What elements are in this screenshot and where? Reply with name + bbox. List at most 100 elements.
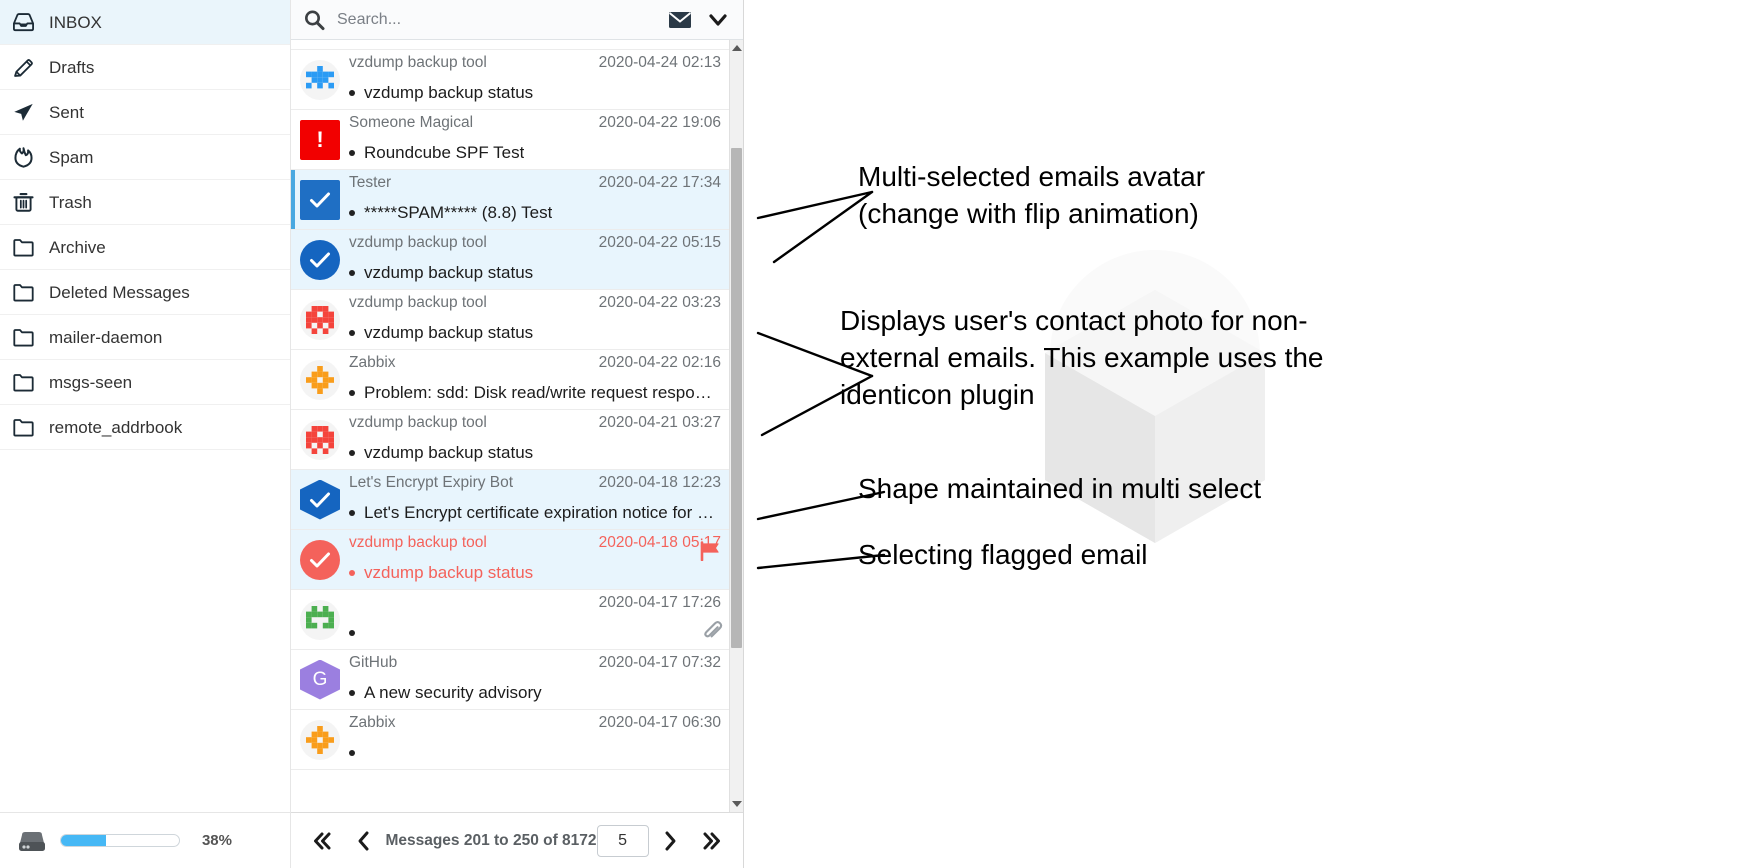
- next-page-button[interactable]: [649, 821, 691, 861]
- message-rows: vzdump backup tool vzdump backup tool202…: [291, 40, 729, 770]
- avatar-selected-check[interactable]: [300, 539, 340, 580]
- envelope-icon[interactable]: [667, 7, 693, 33]
- sidebar-item-mailer-daemon[interactable]: mailer-daemon: [0, 315, 290, 360]
- message-list-scrollbar[interactable]: [729, 40, 743, 812]
- message-date: 2020-04-18 12:23: [598, 473, 721, 491]
- message-row[interactable]: G GitHub 2020-04-17 07:32 A new security ad…: [291, 650, 729, 710]
- quota-indicator: 38%: [0, 812, 290, 868]
- avatar-selected-check[interactable]: [300, 239, 340, 280]
- sidebar-item-deleted-messages[interactable]: Deleted Messages: [0, 270, 290, 315]
- avatar-identicon[interactable]: [300, 359, 340, 400]
- sidebar-item-label: remote_addrbook: [49, 417, 183, 437]
- sidebar-item-label: Drafts: [49, 57, 95, 77]
- sidebar-item-label: msgs-seen: [49, 372, 133, 392]
- avatar-identicon[interactable]: [300, 719, 340, 760]
- avatar-cell: [291, 590, 349, 649]
- folder-list: INBOX Drafts Sent Spam Trash Archive Deleted…: [0, 0, 290, 812]
- message-sender: Let's Encrypt Expiry Bot: [349, 473, 514, 491]
- fire-icon: [11, 145, 35, 169]
- message-sender: Zabbix: [349, 353, 396, 371]
- anno-multiselect: Multi-selected emails avatar (change wit…: [858, 161, 1206, 230]
- message-row[interactable]: Zabbix 2020-04-17 06:30: [291, 710, 729, 770]
- message-sender: vzdump backup tool: [349, 293, 487, 311]
- avatar-selected-check[interactable]: [300, 179, 340, 220]
- pagination-toolbar: Messages 201 to 250 of 8172: [291, 812, 743, 868]
- scroll-up-button[interactable]: [730, 40, 743, 56]
- scroll-down-button[interactable]: [730, 796, 743, 812]
- disk-icon: [18, 830, 46, 852]
- sidebar-item-spam[interactable]: Spam: [0, 135, 290, 180]
- message-sender: vzdump backup tool: [349, 413, 487, 431]
- chevron-down-icon[interactable]: [705, 7, 731, 33]
- avatar-selected-check[interactable]: [300, 479, 340, 520]
- sidebar-item-label: Archive: [49, 237, 106, 257]
- message-text: Someone Magical 2020-04-22 19:06 Roundcube…: [349, 110, 723, 169]
- message-row[interactable]: Zabbix 2020-04-22 02:16 Problem: sdd: Disk…: [291, 350, 729, 410]
- message-sender: vzdump backup tool: [349, 533, 487, 551]
- anno-contact-photo: Displays user's contact photo for non- e…: [840, 305, 1324, 411]
- search-input[interactable]: [337, 10, 655, 29]
- sidebar-item-archive[interactable]: Archive: [0, 225, 290, 270]
- sidebar-item-label: Sent: [49, 102, 84, 122]
- page-number-input[interactable]: [596, 824, 649, 857]
- avatar-identicon[interactable]: [300, 59, 340, 100]
- sidebar-item-label: Trash: [49, 192, 92, 212]
- sidebar-item-remote-addrbook[interactable]: remote_addrbook: [0, 405, 290, 450]
- sidebar-item-label: mailer-daemon: [49, 327, 163, 347]
- message-text: Tester 2020-04-22 17:34 *****SPAM***** (8.…: [349, 170, 723, 229]
- search-bar[interactable]: [291, 0, 743, 40]
- trash-icon: [11, 190, 35, 214]
- message-row[interactable]: vzdump backup tool 2020-04-22 03:23 vzdump…: [291, 290, 729, 350]
- message-date: 2020-04-17 07:32: [598, 653, 721, 671]
- partial-message-row[interactable]: vzdump backup tool: [291, 40, 729, 50]
- avatar-cell: [291, 350, 349, 409]
- unread-dot: [349, 629, 355, 636]
- message-text: 2020-04-17 17:26: [349, 590, 723, 649]
- flag-icon[interactable]: [699, 541, 721, 562]
- avatar-priority-glyph[interactable]: !: [300, 119, 340, 160]
- message-row[interactable]: Tester 2020-04-22 17:34 *****SPAM***** (8.…: [291, 170, 729, 230]
- scrollbar-thumb[interactable]: [731, 148, 742, 648]
- message-row[interactable]: vzdump backup tool 2020-04-18 05:17 vzdump…: [291, 530, 729, 590]
- quota-percent: 38%: [201, 832, 232, 849]
- avatar-identicon[interactable]: [300, 299, 340, 340]
- message-text: vzdump backup tool 2020-04-18 05:17 vzdump…: [349, 530, 723, 589]
- sidebar-item-inbox[interactable]: INBOX: [0, 0, 290, 45]
- avatar-identicon[interactable]: [300, 599, 340, 640]
- folder-icon: [11, 325, 35, 349]
- message-text: Zabbix 2020-04-17 06:30: [349, 710, 723, 769]
- prev-page-button[interactable]: [343, 821, 385, 861]
- message-text: Let's Encrypt Expiry Bot 2020-04-18 12:23…: [349, 470, 723, 529]
- sidebar-item-drafts[interactable]: Drafts: [0, 45, 290, 90]
- message-row[interactable]: vzdump backup tool 2020-04-24 02:13 vzdump…: [291, 50, 729, 110]
- sidebar-item-sent[interactable]: Sent: [0, 90, 290, 135]
- message-row[interactable]: vzdump backup tool 2020-04-21 03:27 vzdump…: [291, 410, 729, 470]
- unread-dot: [349, 329, 355, 336]
- avatar-cell: [291, 410, 349, 469]
- pencil-icon: [11, 55, 35, 79]
- message-date: 2020-04-17 06:30: [598, 713, 721, 731]
- message-subject: vzdump backup status: [364, 322, 534, 342]
- last-page-button[interactable]: [691, 821, 733, 861]
- folder-sidebar: INBOX Drafts Sent Spam Trash Archive Deleted…: [0, 0, 291, 868]
- message-row[interactable]: ! Someone Magical 2020-04-22 19:06 Roundcub…: [291, 110, 729, 170]
- sidebar-item-msgs-seen[interactable]: msgs-seen: [0, 360, 290, 405]
- first-page-button[interactable]: [301, 821, 343, 861]
- unread-dot: [349, 509, 355, 516]
- message-row[interactable]: Let's Encrypt Expiry Bot 2020-04-18 12:23…: [291, 470, 729, 530]
- message-text: vzdump backup tool 2020-04-24 02:13 vzdump…: [349, 50, 723, 109]
- avatar-identicon[interactable]: [300, 419, 340, 460]
- sidebar-item-trash[interactable]: Trash: [0, 180, 290, 225]
- avatar-letter[interactable]: G: [300, 659, 340, 700]
- avatar-cell: !: [291, 110, 349, 169]
- message-subject: vzdump backup status: [364, 562, 534, 582]
- message-row[interactable]: vzdump backup tool 2020-04-22 05:15 vzdump…: [291, 230, 729, 290]
- sidebar-item-label: Deleted Messages: [49, 282, 190, 302]
- message-date: 2020-04-24 02:13: [598, 53, 721, 71]
- message-subject: Let's Encrypt certificate expiration not…: [364, 502, 715, 522]
- message-date: 2020-04-22 05:15: [598, 233, 721, 251]
- message-text: vzdump backup tool 2020-04-22 05:15 vzdump…: [349, 230, 723, 289]
- message-row[interactable]: 2020-04-17 17:26: [291, 590, 729, 650]
- avatar-cell: [291, 230, 349, 289]
- message-date: 2020-04-22 17:34: [598, 173, 721, 191]
